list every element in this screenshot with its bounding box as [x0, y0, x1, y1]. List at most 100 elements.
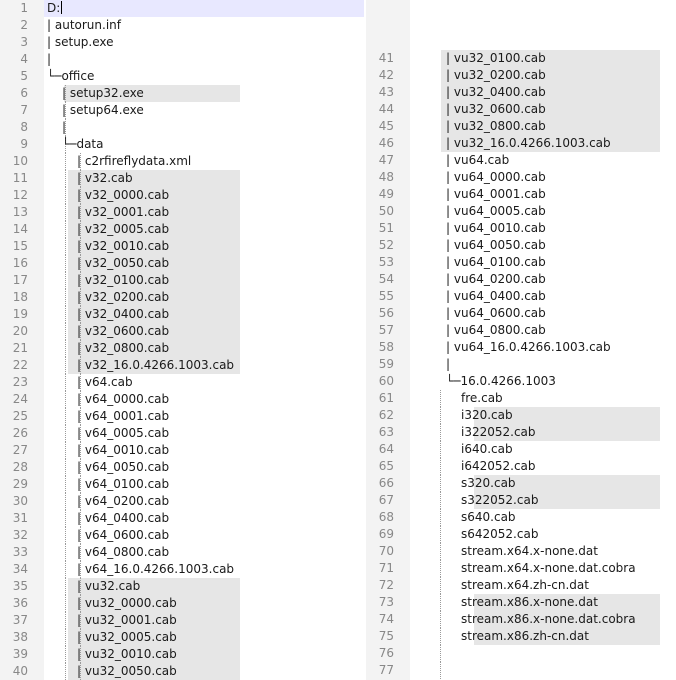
indent-guide [65, 442, 66, 459]
editor-line[interactable]: 73 stream.x86.x-none.dat [366, 594, 676, 611]
editor-line[interactable]: 59 | [366, 356, 676, 373]
editor-line[interactable]: 24 | v64_0000.cab [0, 391, 366, 408]
editor-line[interactable]: 42 | vu32_0200.cab [366, 67, 676, 84]
line-number: 6 [20, 86, 28, 100]
editor-line[interactable]: 45 | vu32_0800.cab [366, 118, 676, 135]
editor-line[interactable]: 40 | vu32_0050.cab [0, 663, 366, 680]
indent-guide [65, 221, 66, 238]
editor-line[interactable]: 20 | v32_0600.cab [0, 323, 366, 340]
editor-line[interactable]: 51 | vu64_0010.cab [366, 220, 676, 237]
editor-line[interactable]: 55 | vu64_0400.cab [366, 288, 676, 305]
editor-line[interactable]: 57 | vu64_0800.cab [366, 322, 676, 339]
editor-line[interactable]: 37 | vu32_0001.cab [0, 612, 366, 629]
editor-line[interactable]: 33 | v64_0800.cab [0, 544, 366, 561]
editor-line[interactable]: 41 | vu32_0100.cab [366, 50, 676, 67]
editor-line[interactable]: 8 | [0, 119, 366, 136]
editor-line[interactable]: 23 | v64.cab [0, 374, 366, 391]
editor-line[interactable]: 1 D: [0, 0, 366, 17]
indent-guide [65, 374, 66, 391]
editor-line[interactable]: 56 | vu64_0600.cab [366, 305, 676, 322]
editor-line[interactable]: 49 | vu64_0001.cab [366, 186, 676, 203]
editor-line[interactable]: 39 | vu32_0010.cab [0, 646, 366, 663]
editor-line[interactable]: 75 stream.x86.zh-cn.dat [366, 628, 676, 645]
editor-line[interactable]: 28 | v64_0050.cab [0, 459, 366, 476]
tree-connector: | [77, 579, 85, 593]
editor-line[interactable]: 47 | vu64.cab [366, 152, 676, 169]
editor-line[interactable]: 6 | setup32.exe [0, 85, 366, 102]
file-name: v32.cab [84, 171, 133, 185]
editor-line[interactable]: 7 | setup64.exe [0, 102, 366, 119]
editor-line[interactable]: 38 | vu32_0005.cab [0, 629, 366, 646]
editor-line[interactable]: 53 | vu64_0100.cab [366, 254, 676, 271]
editor-line[interactable]: 76 [366, 645, 676, 662]
line-number: 16 [12, 256, 28, 270]
editor-line[interactable]: 34 | v64_16.0.4266.1003.cab [0, 561, 366, 578]
editor-line[interactable]: 60 └─16.0.4266.1003 [366, 373, 676, 390]
editor-line[interactable]: 19 | v32_0400.cab [0, 306, 366, 323]
file-name: v32_0050.cab [84, 256, 170, 270]
editor-line[interactable]: 46 | vu32_16.0.4266.1003.cab [366, 135, 676, 152]
editor-line[interactable]: 26 | v64_0005.cab [0, 425, 366, 442]
editor-line[interactable]: 21 | v32_0800.cab [0, 340, 366, 357]
editor-line[interactable]: 11 | v32.cab [0, 170, 366, 187]
editor-line[interactable]: 17 | v32_0100.cab [0, 272, 366, 289]
editor-line[interactable]: 50 | vu64_0005.cab [366, 203, 676, 220]
editor-line[interactable]: 16 | v32_0050.cab [0, 255, 366, 272]
editor-line[interactable]: 15 | v32_0010.cab [0, 238, 366, 255]
editor-line[interactable]: 9 └─data [0, 136, 366, 153]
editor-line[interactable]: 65 i642052.cab [366, 458, 676, 475]
editor-line[interactable]: 22 | v32_16.0.4266.1003.cab [0, 357, 366, 374]
indent-guide [440, 526, 441, 543]
editor-line[interactable]: 62 i320.cab [366, 407, 676, 424]
editor-line[interactable]: 30 | v64_0200.cab [0, 493, 366, 510]
editor-line[interactable]: 5 └─office [0, 68, 366, 85]
tree-connector: | [446, 51, 454, 65]
editor-line[interactable]: 10 | c2rfireflydata.xml [0, 153, 366, 170]
editor-line[interactable]: 72 stream.x64.zh-cn.dat [366, 577, 676, 594]
editor-line[interactable]: 32 | v64_0600.cab [0, 527, 366, 544]
editor-line[interactable]: 43 | vu32_0400.cab [366, 84, 676, 101]
editor-line[interactable]: 29 | v64_0100.cab [0, 476, 366, 493]
editor-line[interactable]: 54 | vu64_0200.cab [366, 271, 676, 288]
tree-connector: | [77, 290, 85, 304]
editor-line[interactable]: 66 s320.cab [366, 475, 676, 492]
editor-line[interactable]: 3 | setup.exe [0, 34, 366, 51]
editor-line[interactable]: 25 | v64_0001.cab [0, 408, 366, 425]
line-text: | v64_16.0.4266.1003.cab [77, 561, 234, 578]
editor-line[interactable]: 67 s322052.cab [366, 492, 676, 509]
file-name: vu64.cab [453, 153, 510, 167]
editor-line[interactable]: 52 | vu64_0050.cab [366, 237, 676, 254]
editor-line[interactable]: 71 stream.x64.x-none.dat.cobra [366, 560, 676, 577]
editor-pane-right[interactable]: 41 | vu32_0100.cab 42 | vu32_0200.cab 43 | vu… [366, 0, 676, 680]
editor-line[interactable]: 68 s640.cab [366, 509, 676, 526]
line-text: | [62, 119, 66, 136]
editor-line[interactable]: 48 | vu64_0000.cab [366, 169, 676, 186]
editor-line[interactable]: 63 i322052.cab [366, 424, 676, 441]
editor-pane-left[interactable]: 1 D: 2 | autorun.inf 3 | setup.exe 4 | 5 └─office… [0, 0, 366, 680]
editor-line[interactable]: 74 stream.x86.x-none.dat.cobra [366, 611, 676, 628]
indent-guide [65, 272, 66, 289]
editor-line[interactable]: 18 | v32_0200.cab [0, 289, 366, 306]
editor-line[interactable]: 64 i640.cab [366, 441, 676, 458]
editor-line[interactable]: 27 | v64_0010.cab [0, 442, 366, 459]
editor-line[interactable]: 36 | vu32_0000.cab [0, 595, 366, 612]
tree-connector: | [77, 222, 85, 236]
line-text: | vu32.cab [77, 578, 140, 595]
tree-connector: | [77, 613, 85, 627]
editor-line[interactable]: 2 | autorun.inf [0, 17, 366, 34]
line-text: | vu32_0050.cab [77, 663, 177, 680]
file-name: vu32_0000.cab [84, 596, 177, 610]
editor-line[interactable]: 12 | v32_0000.cab [0, 187, 366, 204]
editor-line[interactable]: 70 stream.x64.x-none.dat [366, 543, 676, 560]
editor-line[interactable]: 77 [366, 662, 676, 679]
editor-line[interactable]: 44 | vu32_0600.cab [366, 101, 676, 118]
editor-line[interactable]: 4 | [0, 51, 366, 68]
editor-line[interactable]: 69 s642052.cab [366, 526, 676, 543]
editor-line[interactable]: 13 | v32_0001.cab [0, 204, 366, 221]
editor-line[interactable]: 31 | v64_0400.cab [0, 510, 366, 527]
editor-line[interactable]: 58 | vu64_16.0.4266.1003.cab [366, 339, 676, 356]
line-number: 23 [12, 375, 28, 389]
editor-line[interactable]: 61 fre.cab [366, 390, 676, 407]
editor-line[interactable]: 14 | v32_0005.cab [0, 221, 366, 238]
editor-line[interactable]: 35 | vu32.cab [0, 578, 366, 595]
